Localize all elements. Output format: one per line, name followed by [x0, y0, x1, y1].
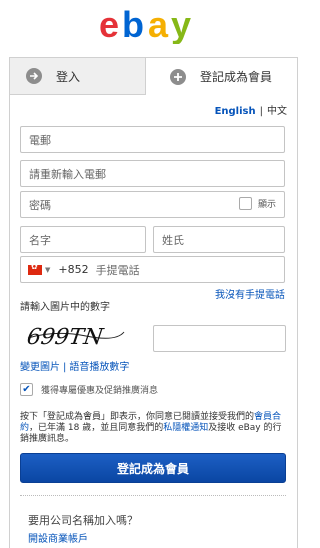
auth-tabs: 登入 登記成為會員	[10, 58, 297, 95]
change-image-link[interactable]: 變更圖片	[20, 362, 60, 373]
last-name-placeholder: 姓氏	[162, 233, 184, 247]
captcha-link-separator: |	[63, 362, 67, 373]
last-name-input[interactable]: 姓氏	[153, 226, 285, 253]
terms-prefix: 按下「登記成為會員」即表示，你同意已閱讀並接受我們的	[20, 412, 255, 422]
captcha-label: 請輸入圖片中的數字	[20, 302, 110, 313]
logo-letter-e: e	[99, 4, 118, 44]
phone-placeholder: 手提電話	[95, 263, 140, 277]
auth-card: 登入 登記成為會員 English | 中文 電郵 請重新輸入電郵 密碼 顯示 名字…	[9, 57, 298, 548]
captcha-image: 699TN	[25, 316, 126, 352]
show-password-toggle[interactable]: 顯示	[238, 197, 276, 210]
email-confirm-input[interactable]: 請重新輸入電郵	[20, 160, 285, 187]
terms-text: 按下「登記成為會員」即表示，你同意已閱讀並接受我們的會員合約，已年滿 18 歲，…	[20, 412, 288, 445]
language-separator: |	[259, 106, 263, 117]
business-account-link[interactable]: 開設商業帳戶	[28, 530, 88, 545]
logo-letter-y: y	[171, 4, 191, 44]
country-code: +852	[58, 263, 89, 276]
register-button[interactable]: 登記成為會員	[20, 453, 286, 483]
first-name-placeholder: 名字	[29, 233, 51, 247]
tab-login[interactable]: 登入	[10, 58, 146, 95]
ebay-logo-mark: e b a y	[99, 4, 191, 44]
privacy-notice-link[interactable]: 私隱權通知	[163, 423, 208, 433]
email-confirm-placeholder: 請重新輸入電郵	[29, 167, 106, 181]
divider	[20, 495, 286, 496]
hong-kong-flag-icon[interactable]	[28, 262, 42, 275]
terms-middle: ，已年滿 18 歲，並且同意我們的	[29, 423, 164, 433]
email-input[interactable]: 電郵	[20, 126, 285, 153]
no-phone-link[interactable]: 我沒有手提電話	[215, 286, 285, 301]
show-password-checkbox[interactable]	[238, 197, 252, 210]
phone-input[interactable]: ▼ +852 手提電話	[20, 256, 285, 283]
logo-letter-a: a	[148, 4, 169, 44]
logo-letter-b: b	[122, 4, 144, 44]
password-input[interactable]: 密碼 顯示	[20, 191, 285, 218]
chevron-down-icon[interactable]: ▼	[45, 266, 50, 274]
captcha-text: 699TN	[26, 324, 105, 350]
language-chinese[interactable]: 中文	[267, 106, 287, 117]
plus-icon	[170, 68, 186, 85]
business-question: 要用公司名稱加入嗎？	[28, 514, 138, 527]
language-switcher: English | 中文	[215, 102, 287, 117]
email-placeholder: 電郵	[29, 133, 51, 147]
tab-register[interactable]: 登記成為會員	[146, 58, 297, 95]
captcha-links: 變更圖片 | 語音播放數字	[20, 358, 129, 373]
arrow-right-icon	[26, 68, 42, 84]
language-english[interactable]: English	[215, 106, 256, 117]
show-password-label: 顯示	[257, 200, 276, 210]
promo-checkbox[interactable]: ✔	[20, 383, 33, 396]
tab-register-label: 登記成為會員	[200, 70, 273, 84]
promo-label: 獲得專屬優惠及促銷推廣消息	[41, 386, 159, 396]
password-placeholder: 密碼	[29, 198, 51, 212]
tab-login-label: 登入	[56, 69, 81, 84]
captcha-input[interactable]	[153, 325, 286, 352]
promo-opt-in[interactable]: ✔ 獲得專屬優惠及促銷推廣消息	[20, 383, 158, 396]
ebay-logo: e b a y	[0, 4, 306, 44]
first-name-input[interactable]: 名字	[20, 226, 146, 253]
checkmark-icon: ✔	[22, 383, 31, 395]
audio-captcha-link[interactable]: 語音播放數字	[69, 362, 129, 373]
